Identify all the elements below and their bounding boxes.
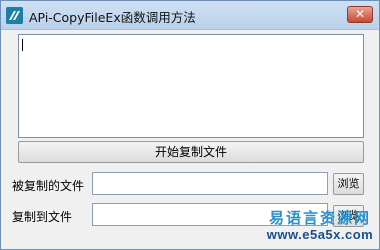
window-title: APi-CopyFileEx函数调用方法: [29, 10, 196, 25]
close-icon: ✕: [354, 7, 366, 21]
app-icon: [6, 7, 23, 24]
close-button[interactable]: ✕: [347, 6, 373, 23]
dest-file-label: 复制到文件: [12, 210, 73, 224]
main-window: APi-CopyFileEx函数调用方法 ✕ 开始复制文件 被复制的文件 浏览 …: [0, 0, 380, 250]
start-copy-button[interactable]: 开始复制文件: [18, 141, 364, 163]
watermark-url: www.e5a5x.com: [266, 227, 374, 242]
title-bar[interactable]: APi-CopyFileEx函数调用方法 ✕: [1, 1, 379, 30]
output-textarea[interactable]: [18, 34, 364, 138]
watermark: 易语言资源网 www.e5a5x.com: [261, 209, 379, 249]
source-file-label: 被复制的文件: [12, 179, 85, 193]
text-caret: [22, 39, 23, 51]
source-browse-button[interactable]: 浏览: [333, 173, 364, 195]
source-file-input[interactable]: [92, 172, 328, 195]
watermark-title: 易语言资源网: [268, 209, 371, 227]
